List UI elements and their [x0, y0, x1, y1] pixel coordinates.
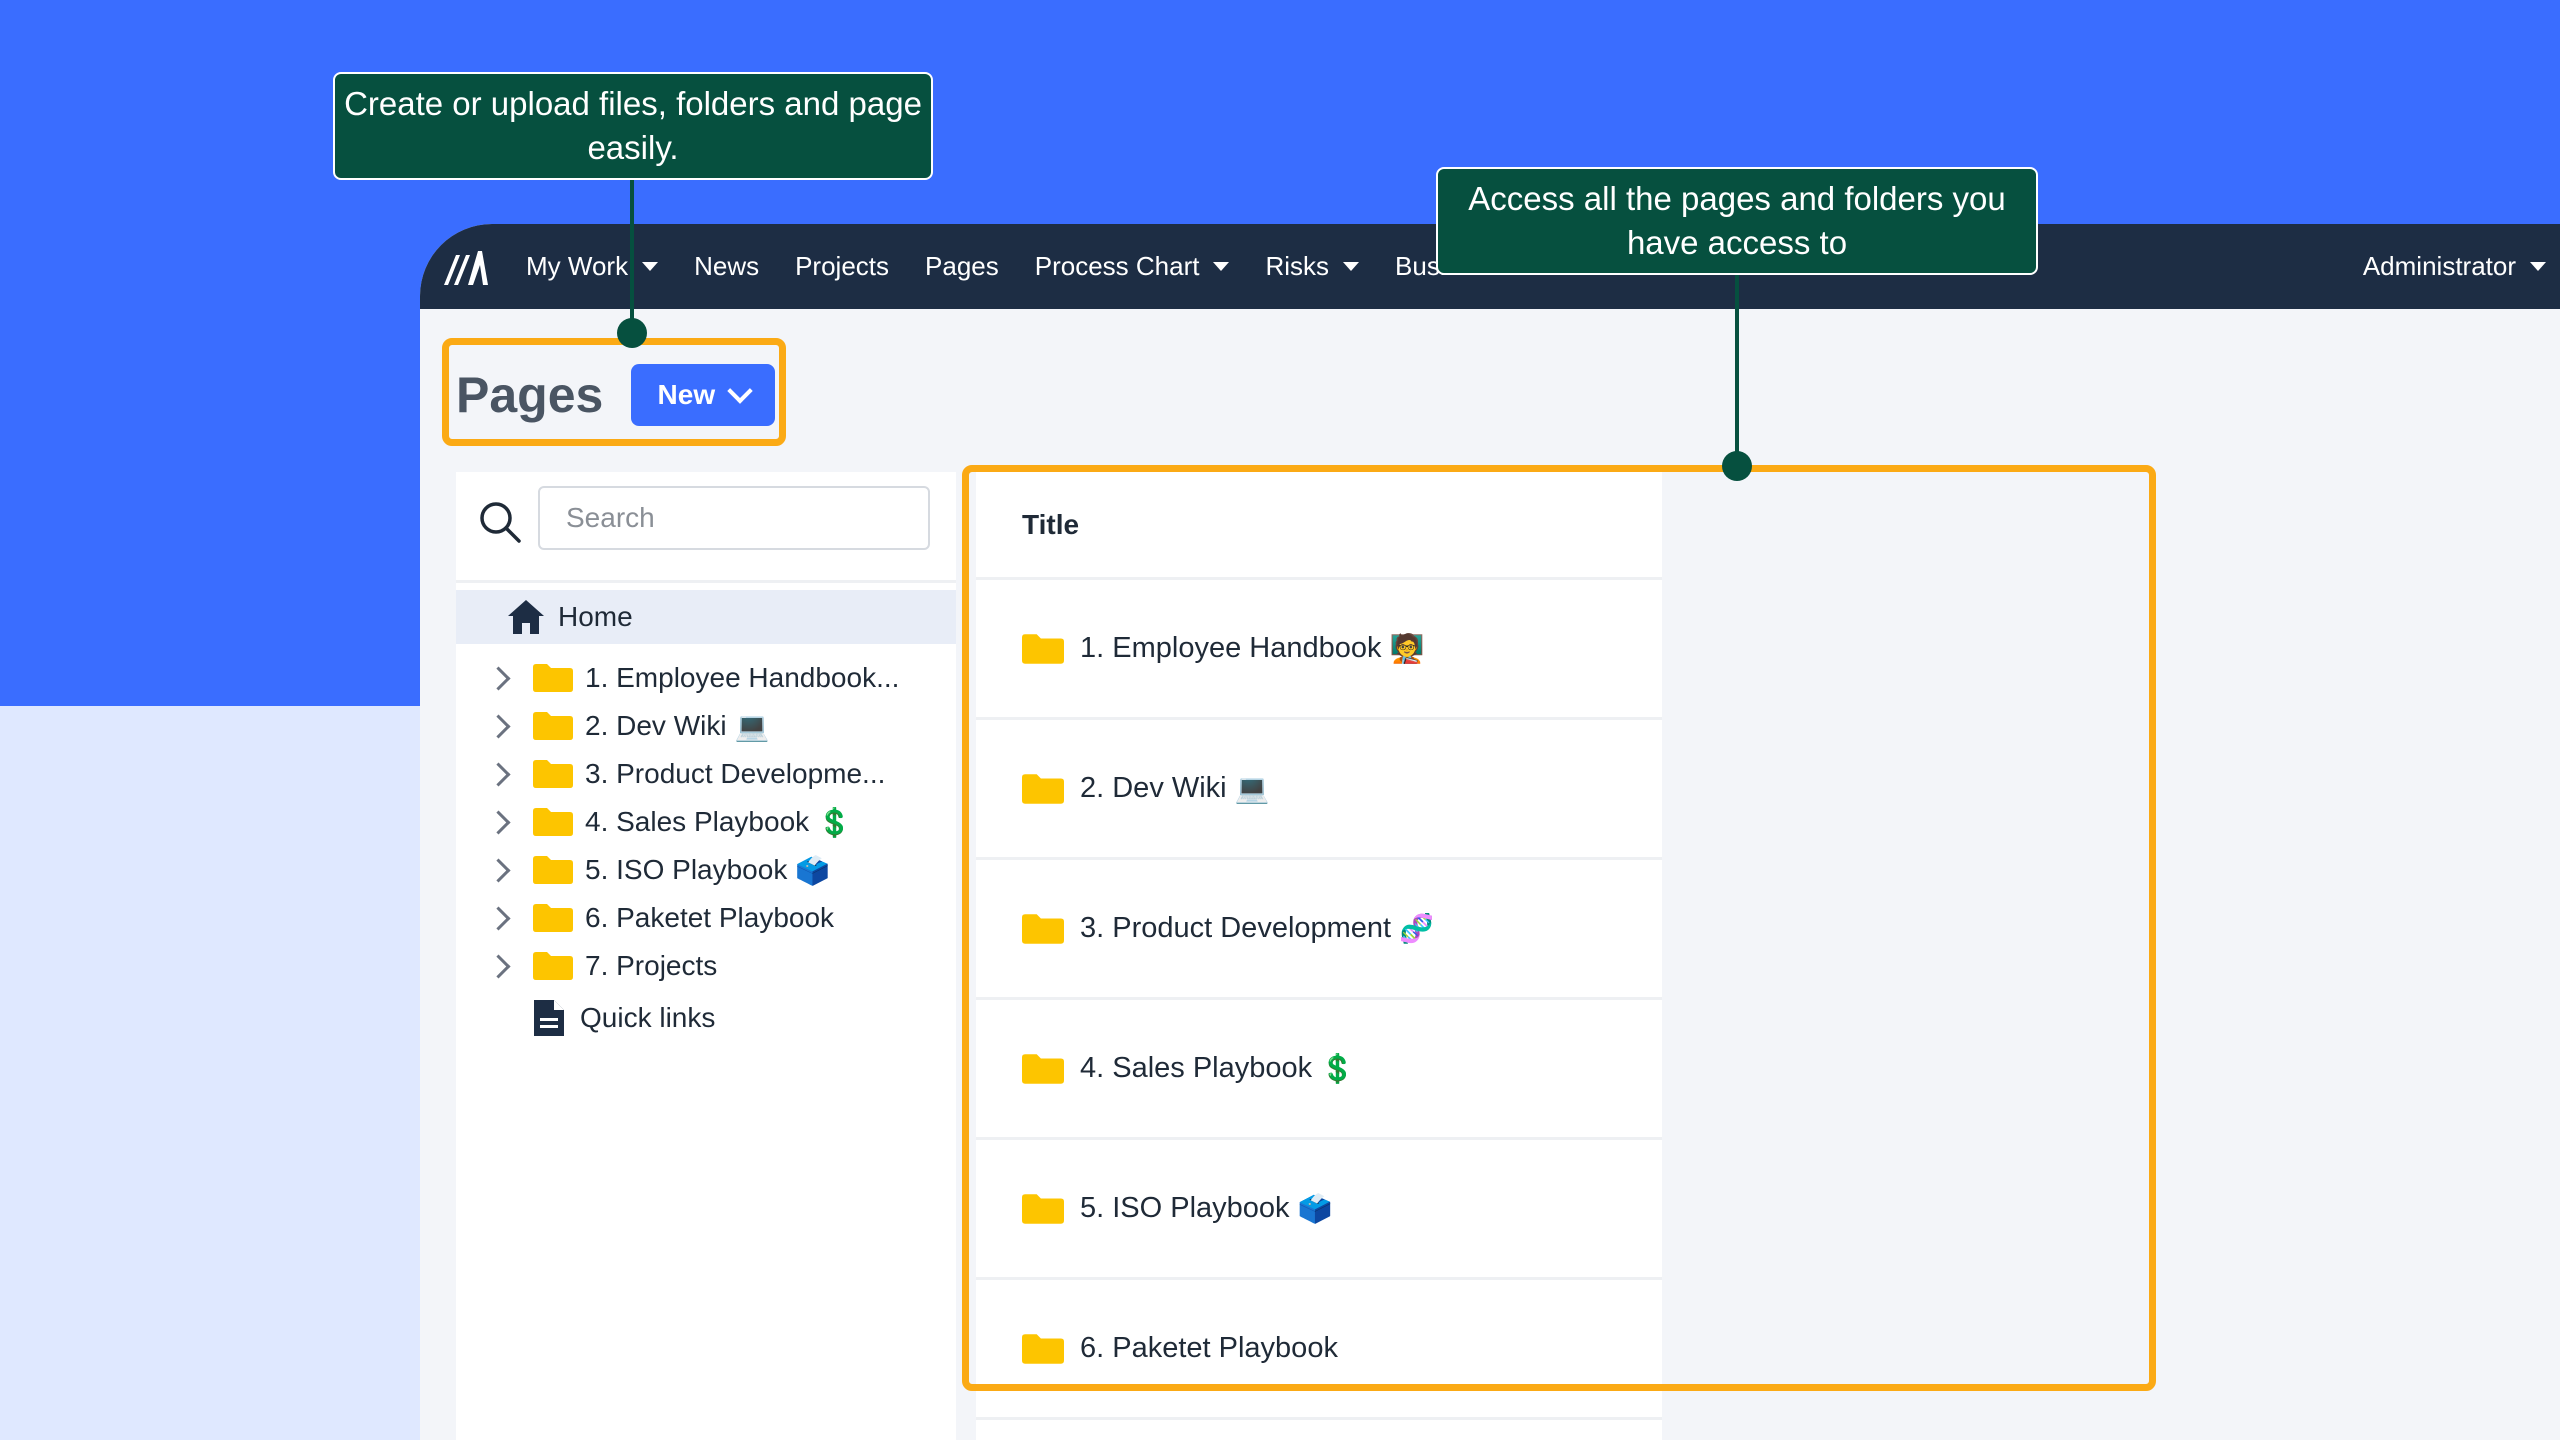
tree-item-quick-links[interactable]: Quick links [456, 994, 956, 1042]
nav-pages[interactable]: Pages [925, 251, 999, 282]
highlight-pages-table [962, 465, 2156, 1391]
folder-icon [533, 712, 573, 740]
tree-label: Quick links [580, 1002, 716, 1033]
tree-label: 7. Projects [585, 950, 718, 981]
home-icon [508, 600, 544, 634]
user-menu[interactable]: Administrator [2363, 224, 2560, 309]
tree-item-iso-playbook[interactable]: 5. ISO Playbook 🗳️ [456, 846, 956, 894]
chevron-right-icon[interactable] [486, 761, 511, 787]
tree-label: 3. Product Developme... [585, 758, 886, 789]
laptop-icon: 💻 [734, 710, 770, 742]
search-input[interactable] [538, 486, 930, 550]
folder-icon [533, 952, 573, 980]
tree-label: 2. Dev Wiki [585, 710, 727, 741]
pages-sidebar: Home 1. Employee Handbook... 2. Dev Wiki… [456, 472, 956, 1440]
user-menu-label: Administrator [2362, 251, 2516, 281]
chevron-right-icon[interactable] [486, 713, 511, 739]
tree-label: Home [558, 601, 633, 632]
callout-connector [630, 180, 634, 330]
logo-icon[interactable] [442, 247, 490, 287]
caret-down-icon [1213, 262, 1230, 271]
chevron-right-icon[interactable] [486, 665, 511, 691]
nav-menu: My Work News Projects Pages Process Char… [526, 224, 1482, 309]
tree-item-home[interactable]: Home [456, 590, 956, 644]
caret-down-icon [642, 262, 659, 271]
nav-label: Pages [925, 251, 999, 281]
chevron-right-icon[interactable] [486, 953, 511, 979]
chevron-right-icon[interactable] [486, 857, 511, 883]
folder-icon [533, 904, 573, 932]
tree-item-sales-playbook[interactable]: 4. Sales Playbook 💲 [456, 798, 956, 846]
nav-label: Process Chart [1034, 251, 1200, 281]
caret-down-icon [2530, 262, 2546, 271]
tree-label: 5. ISO Playbook [585, 854, 788, 885]
search-icon [480, 502, 521, 543]
callout-dot [617, 318, 647, 348]
callout-create: Create or upload files, folders and page… [333, 72, 933, 180]
nav-label: Risks [1265, 251, 1330, 281]
tree-item-paketet-playbook[interactable]: 6. Paketet Playbook [456, 894, 956, 942]
document-icon [534, 1000, 564, 1036]
tree-item-employee-handbook[interactable]: 1. Employee Handbook... [456, 654, 956, 702]
chevron-right-icon[interactable] [486, 809, 511, 835]
nav-label: Projects [795, 251, 890, 281]
tree-item-projects[interactable]: 7. Projects [456, 942, 956, 990]
callout-access: Access all the pages and folders you hav… [1436, 167, 2038, 275]
nav-my-work[interactable]: My Work [526, 251, 659, 282]
dollar-icon: 💲 [817, 806, 853, 838]
tree-label: 6. Paketet Playbook [585, 902, 835, 933]
nav-label: My Work [526, 251, 629, 281]
tree-item-product-development[interactable]: 3. Product Developme... [456, 750, 956, 798]
folder-icon [533, 808, 573, 836]
chevron-right-icon[interactable] [486, 905, 511, 931]
nav-label: News [694, 251, 760, 281]
callout-dot [1722, 451, 1752, 481]
caret-down-icon [1343, 262, 1360, 271]
folder-icon [533, 760, 573, 788]
tree-label: 4. Sales Playbook [585, 806, 810, 837]
nav-projects[interactable]: Projects [795, 251, 889, 282]
nav-news[interactable]: News [694, 251, 759, 282]
tree-item-dev-wiki[interactable]: 2. Dev Wiki 💻 [456, 702, 956, 750]
ballot-box-icon: 🗳️ [795, 854, 831, 886]
folder-icon [533, 664, 573, 692]
highlight-pages-header [442, 338, 786, 446]
folder-icon [533, 856, 573, 884]
callout-connector [1735, 275, 1739, 467]
tree-label: 1. Employee Handbook... [585, 662, 900, 693]
nav-risks[interactable]: Risks [1265, 251, 1360, 282]
nav-process-chart[interactable]: Process Chart [1035, 251, 1230, 282]
search-bar [456, 472, 956, 583]
